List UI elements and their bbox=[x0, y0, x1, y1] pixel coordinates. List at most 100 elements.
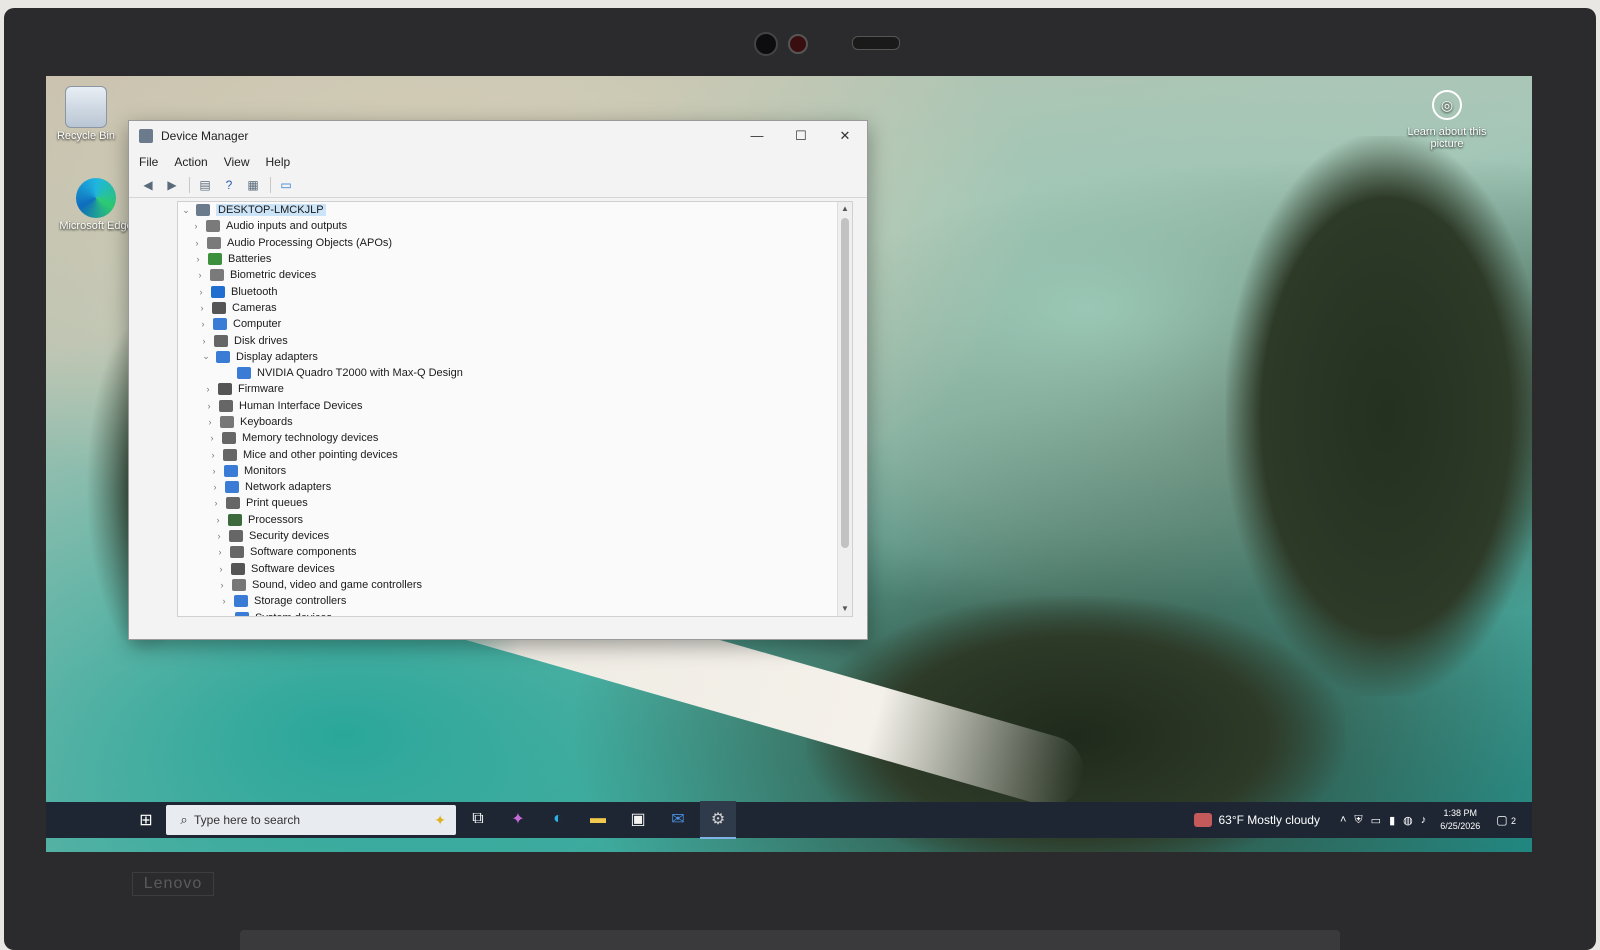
battery-icon[interactable]: ▮ bbox=[1389, 814, 1395, 827]
tree-category[interactable]: › Keyboards bbox=[178, 414, 852, 430]
clock-time: 1:38 PM bbox=[1443, 808, 1478, 818]
expand-icon[interactable]: › bbox=[215, 564, 227, 574]
scroll-up-icon[interactable]: ▲ bbox=[838, 202, 852, 216]
back-icon[interactable]: ◀ bbox=[139, 177, 157, 193]
expand-icon[interactable]: › bbox=[206, 433, 218, 443]
maximize-button[interactable]: ☐ bbox=[779, 121, 823, 151]
expand-icon[interactable]: › bbox=[196, 303, 208, 313]
taskbar-app-device-manager[interactable]: ⚙ bbox=[700, 801, 736, 839]
tree-category[interactable]: › Computer bbox=[178, 316, 852, 332]
desktop-icon-recycle-bin[interactable]: Recycle Bin bbox=[46, 86, 126, 142]
forward-icon[interactable]: ▶ bbox=[163, 177, 181, 193]
tree-category[interactable]: › Monitors bbox=[178, 463, 852, 479]
menu-view[interactable]: View bbox=[224, 155, 250, 169]
device-category-icon bbox=[207, 236, 221, 249]
tree-category[interactable]: › Print queues bbox=[178, 495, 852, 511]
tree-scrollbar[interactable]: ▲ ▼ bbox=[837, 202, 852, 616]
scroll-down-icon[interactable]: ▼ bbox=[838, 602, 852, 616]
expand-icon[interactable]: › bbox=[190, 221, 202, 231]
tree-category[interactable]: › Software components bbox=[178, 544, 852, 560]
expand-icon[interactable]: › bbox=[198, 336, 210, 346]
tree-category[interactable]: › Batteries bbox=[178, 251, 852, 267]
start-button[interactable]: ⊞ bbox=[126, 802, 166, 838]
expand-icon[interactable]: › bbox=[209, 482, 221, 492]
expand-icon[interactable]: › bbox=[212, 515, 224, 525]
tree-root[interactable]: ⌄ DESKTOP-LMCKJLP bbox=[178, 202, 852, 218]
expand-icon[interactable]: › bbox=[197, 319, 209, 329]
tree-category[interactable]: › Biometric devices bbox=[178, 267, 852, 283]
help-icon[interactable]: ? bbox=[220, 177, 238, 193]
tree-category[interactable]: › Audio Processing Objects (APOs) bbox=[178, 235, 852, 251]
chevron-up-icon[interactable]: ˄ bbox=[1340, 814, 1346, 826]
privacy-shutter[interactable] bbox=[852, 36, 900, 50]
expand-icon[interactable]: › bbox=[210, 498, 222, 508]
collapse-icon[interactable]: ⌄ bbox=[180, 205, 192, 216]
device-category-icon bbox=[216, 350, 230, 363]
monitor-icon[interactable]: ▭ bbox=[277, 177, 295, 193]
close-button[interactable]: ✕ bbox=[823, 121, 867, 151]
tree-category[interactable]: › Storage controllers bbox=[178, 593, 852, 609]
notification-icon: ▢ bbox=[1496, 813, 1508, 827]
expand-icon[interactable]: › bbox=[208, 466, 220, 476]
tree-item-label: Keyboards bbox=[240, 416, 293, 428]
volume-icon[interactable]: ♪ bbox=[1421, 814, 1427, 826]
network-icon[interactable]: ◍ bbox=[1403, 814, 1413, 827]
expand-icon[interactable]: › bbox=[194, 270, 206, 280]
expand-icon[interactable]: › bbox=[216, 580, 228, 590]
expand-icon[interactable]: › bbox=[219, 613, 231, 616]
expand-icon[interactable]: › bbox=[191, 238, 203, 248]
taskbar-search[interactable]: ⌕ Type here to search ✦ bbox=[166, 805, 456, 835]
expand-icon[interactable]: › bbox=[218, 596, 230, 606]
taskbar-app-task-view[interactable]: ⧉ bbox=[460, 801, 496, 837]
expand-icon[interactable]: › bbox=[202, 384, 214, 394]
expand-icon[interactable]: › bbox=[195, 287, 207, 297]
device-category-icon bbox=[214, 334, 228, 347]
menu-file[interactable]: File bbox=[139, 155, 158, 169]
taskbar-app-edge[interactable]: ◐ bbox=[540, 801, 576, 837]
expand-icon[interactable]: › bbox=[207, 450, 219, 460]
tree-category[interactable]: ⌄ Display adapters bbox=[178, 349, 852, 365]
menu-action[interactable]: Action bbox=[174, 155, 207, 169]
tree-category[interactable]: › Software devices bbox=[178, 561, 852, 577]
update-driver-icon[interactable]: ▦ bbox=[244, 177, 262, 193]
expand-icon[interactable]: › bbox=[214, 547, 226, 557]
notification-button[interactable]: ▢ 2 bbox=[1496, 813, 1516, 827]
learn-about-picture[interactable]: ◎ Learn about this picture bbox=[1402, 90, 1492, 150]
tree-category[interactable]: › Human Interface Devices bbox=[178, 398, 852, 414]
tree-category[interactable]: › Memory technology devices bbox=[178, 430, 852, 446]
tree-category[interactable]: › Firmware bbox=[178, 381, 852, 397]
taskbar-clock[interactable]: 1:38 PM 6/25/2026 bbox=[1440, 807, 1480, 833]
tree-category[interactable]: › Disk drives bbox=[178, 332, 852, 348]
tree-category[interactable]: › Network adapters bbox=[178, 479, 852, 495]
tree-category[interactable]: › System devices bbox=[178, 609, 852, 616]
tree-category[interactable]: › Mice and other pointing devices bbox=[178, 446, 852, 462]
weather-widget[interactable]: 63°F Mostly cloudy bbox=[1194, 813, 1320, 827]
expand-icon[interactable]: › bbox=[203, 401, 215, 411]
desktop-icon-label: Microsoft Edge bbox=[59, 220, 133, 232]
expand-icon[interactable]: › bbox=[192, 254, 204, 264]
collapse-icon[interactable]: ⌄ bbox=[200, 351, 212, 362]
properties-icon[interactable]: ▤ bbox=[196, 177, 214, 193]
taskbar-app-copilot[interactable]: ✦ bbox=[500, 801, 536, 837]
taskbar-app-outlook[interactable]: ✉ bbox=[660, 801, 696, 837]
scroll-thumb[interactable] bbox=[841, 218, 849, 548]
desktop-icon-edge[interactable]: Microsoft Edge bbox=[56, 178, 136, 232]
tree-category[interactable]: › Bluetooth bbox=[178, 283, 852, 299]
menu-help[interactable]: Help bbox=[266, 155, 291, 169]
taskbar-app-file-explorer[interactable]: ▬ bbox=[580, 801, 616, 837]
weather-icon bbox=[1194, 813, 1213, 827]
tree-category[interactable]: › Audio inputs and outputs bbox=[178, 218, 852, 234]
minimize-button[interactable]: — bbox=[735, 121, 779, 151]
tree-category[interactable]: › Processors bbox=[178, 512, 852, 528]
security-icon[interactable]: ⛨ bbox=[1354, 814, 1362, 827]
display-icon[interactable]: ▭ bbox=[1371, 814, 1381, 827]
expand-icon[interactable]: › bbox=[204, 417, 216, 427]
tree-category[interactable]: › Sound, video and game controllers bbox=[178, 577, 852, 593]
tree-category[interactable]: › Security devices bbox=[178, 528, 852, 544]
tree-category[interactable]: › Cameras bbox=[178, 300, 852, 316]
device-category-icon bbox=[230, 546, 244, 559]
taskbar-app-store[interactable]: ▣ bbox=[620, 801, 656, 837]
expand-icon[interactable]: › bbox=[213, 531, 225, 541]
title-bar[interactable]: Device Manager — ☐ ✕ bbox=[129, 121, 867, 151]
tree-child-item[interactable]: NVIDIA Quadro T2000 with Max-Q Design bbox=[178, 365, 852, 381]
